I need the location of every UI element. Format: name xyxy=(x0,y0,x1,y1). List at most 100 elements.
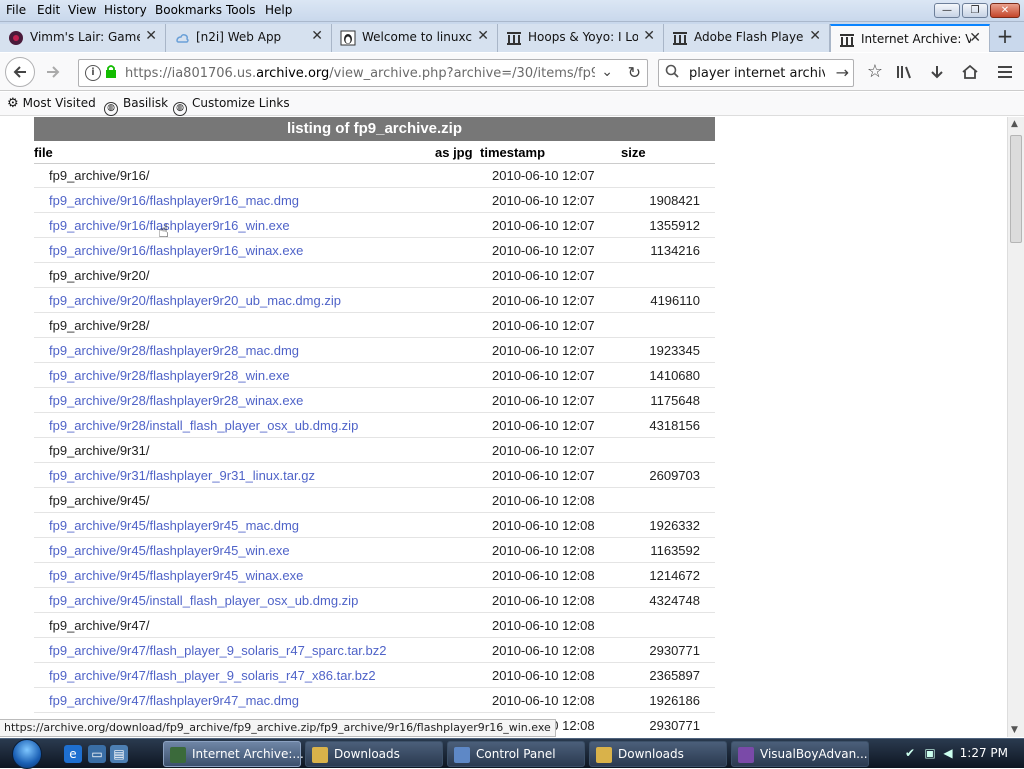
scroll-up-icon[interactable]: ▲ xyxy=(1011,119,1018,129)
file-link[interactable]: fp9_archive/9r20/flashplayer9r20_ub_mac.… xyxy=(49,293,341,308)
table-row: fp9_archive/9r47/2010-06-10 12:08 xyxy=(34,613,715,638)
ie-icon[interactable]: e xyxy=(64,745,82,763)
size-cell: 1355912 xyxy=(649,218,700,233)
tab-adobe-flash-player[interactable]: Adobe Flash Player ✕ xyxy=(664,24,830,52)
menu-view[interactable]: View xyxy=(68,3,96,17)
menu-help[interactable]: Help xyxy=(265,3,292,17)
listing-caption: listing of fp9_archive.zip xyxy=(34,117,715,141)
folder-icon xyxy=(312,747,328,763)
size-cell: 1410680 xyxy=(649,368,700,383)
show-desktop-icon[interactable]: ▭ xyxy=(88,745,106,763)
info-icon[interactable]: i xyxy=(85,65,101,81)
timestamp-cell: 2010-06-10 12:07 xyxy=(492,193,595,208)
lock-icon[interactable] xyxy=(105,64,117,82)
vimm-icon xyxy=(8,30,24,46)
tab-title: Welcome to linuxc xyxy=(362,30,472,44)
task-downloads[interactable]: Downloads xyxy=(305,741,443,767)
size-cell: 2365897 xyxy=(649,668,700,683)
file-link[interactable]: fp9_archive/9r45/flashplayer9r45_win.exe xyxy=(49,543,290,558)
switch-windows-icon[interactable]: ▤ xyxy=(110,745,128,763)
search-icon xyxy=(665,64,679,82)
minimize-button[interactable]: — xyxy=(934,3,960,18)
close-tab-icon[interactable]: ✕ xyxy=(477,28,489,44)
tab-linuxc[interactable]: Welcome to linuxc ✕ xyxy=(332,24,498,52)
chevron-down-icon[interactable]: ⌄ xyxy=(601,64,613,80)
file-link[interactable]: fp9_archive/9r16/flashplayer9r16_mac.dmg xyxy=(49,193,299,208)
close-window-button[interactable]: ✕ xyxy=(990,3,1020,18)
timestamp-cell: 2010-06-10 12:07 xyxy=(492,418,595,433)
menu-file[interactable]: File xyxy=(6,3,26,17)
tab-n2i-web-app[interactable]: [n2i] Web App ✕ xyxy=(166,24,332,52)
vertical-scrollbar[interactable]: ▲ ▼ xyxy=(1007,117,1024,737)
bookmark-star-icon[interactable]: ☆ xyxy=(862,59,888,85)
column-timestamp: timestamp xyxy=(480,145,546,160)
download-arrow-icon[interactable] xyxy=(924,59,950,85)
folder-name: fp9_archive/9r28/ xyxy=(49,318,150,333)
file-link[interactable]: fp9_archive/9r47/flash_player_9_solaris_… xyxy=(49,668,376,683)
globe-icon: ◍ xyxy=(104,102,118,116)
file-link[interactable]: fp9_archive/9r47/flash_player_9_solaris_… xyxy=(49,643,386,658)
start-button[interactable] xyxy=(4,739,52,769)
bookmark-customize-links[interactable]: ◍ Customize Links xyxy=(173,96,290,116)
file-link[interactable]: fp9_archive/9r45/install_flash_player_os… xyxy=(49,593,358,608)
search-bar[interactable]: → xyxy=(658,59,854,87)
checkmark-icon[interactable]: ✔ xyxy=(902,746,918,762)
reload-icon[interactable]: ↻ xyxy=(628,63,641,82)
file-link[interactable]: fp9_archive/9r45/flashplayer9r45_mac.dmg xyxy=(49,518,299,533)
timestamp-cell: 2010-06-10 12:07 xyxy=(492,218,595,233)
file-link[interactable]: fp9_archive/9r28/flashplayer9r28_mac.dmg xyxy=(49,343,299,358)
tab-hoops-yoyo[interactable]: Hoops & Yoyo: I Lo ✕ xyxy=(498,24,664,52)
file-link[interactable]: fp9_archive/9r16/flashplayer9r16_win.exe xyxy=(49,218,290,233)
file-link[interactable]: fp9_archive/9r45/flashplayer9r45_winax.e… xyxy=(49,568,303,583)
library-icon[interactable] xyxy=(892,59,918,85)
folder-name: fp9_archive/9r20/ xyxy=(49,268,150,283)
menu-edit[interactable]: Edit xyxy=(37,3,60,17)
scroll-down-icon[interactable]: ▼ xyxy=(1011,725,1018,735)
close-tab-icon[interactable]: ✕ xyxy=(311,28,323,44)
file-link[interactable]: fp9_archive/9r28/flashplayer9r28_win.exe xyxy=(49,368,290,383)
bookmark-most-visited[interactable]: ⚙ Most Visited xyxy=(7,96,96,111)
volume-icon[interactable]: ◀ xyxy=(940,746,956,762)
close-tab-icon[interactable]: ✕ xyxy=(809,28,821,44)
hamburger-menu-icon[interactable] xyxy=(992,59,1018,85)
timestamp-cell: 2010-06-10 12:08 xyxy=(492,518,595,533)
timestamp-cell: 2010-06-10 12:07 xyxy=(492,368,595,383)
file-link[interactable]: fp9_archive/9r28/install_flash_player_os… xyxy=(49,418,358,433)
size-cell: 1163592 xyxy=(650,543,700,558)
task-visualboyadvance[interactable]: VisualBoyAdvan... xyxy=(731,741,869,767)
clock[interactable]: 1:27 PM xyxy=(960,746,1008,760)
tab-title: Hoops & Yoyo: I Lo xyxy=(528,30,638,44)
home-icon[interactable] xyxy=(957,59,983,85)
table-row: fp9_archive/9r28/flashplayer9r28_winax.e… xyxy=(34,388,715,413)
scrollbar-thumb[interactable] xyxy=(1010,135,1022,243)
file-link[interactable]: fp9_archive/9r28/flashplayer9r28_winax.e… xyxy=(49,393,303,408)
timestamp-cell: 2010-06-10 12:08 xyxy=(492,593,595,608)
arrow-right-icon xyxy=(47,66,60,78)
search-go-icon[interactable]: → xyxy=(836,63,849,82)
close-tab-icon[interactable]: ✕ xyxy=(643,28,655,44)
new-tab-button[interactable]: + xyxy=(990,24,1020,50)
menu-tools[interactable]: Tools xyxy=(226,3,256,17)
close-tab-icon[interactable]: ✕ xyxy=(969,30,981,46)
back-button[interactable] xyxy=(5,57,35,87)
close-tab-icon[interactable]: ✕ xyxy=(145,28,157,44)
address-bar[interactable]: i https://ia801706.us.archive.org/view_a… xyxy=(78,59,648,87)
task-downloads-2[interactable]: Downloads xyxy=(589,741,727,767)
menu-bookmarks[interactable]: Bookmarks xyxy=(155,3,222,17)
file-link[interactable]: fp9_archive/9r16/flashplayer9r16_winax.e… xyxy=(49,243,303,258)
menu-history[interactable]: History xyxy=(104,3,147,17)
bookmark-basilisk[interactable]: ◍ Basilisk xyxy=(104,96,168,116)
table-row: fp9_archive/9r20/2010-06-10 12:07 xyxy=(34,263,715,288)
file-link[interactable]: fp9_archive/9r31/flashplayer_9r31_linux.… xyxy=(49,468,315,483)
task-control-panel[interactable]: Control Panel xyxy=(447,741,585,767)
tab-title: Internet Archive: Vi xyxy=(861,32,971,46)
url-text[interactable]: https://ia801706.us.archive.org/view_arc… xyxy=(125,66,595,81)
search-input[interactable] xyxy=(689,64,825,82)
tab-internet-archive-active[interactable]: Internet Archive: Vi ✕ xyxy=(830,24,990,52)
network-icon[interactable]: ▣ xyxy=(922,746,938,762)
task-internet-archive[interactable]: Internet Archive:... xyxy=(163,741,304,767)
maximize-button[interactable]: ❐ xyxy=(962,3,988,18)
tab-vimms-lair[interactable]: Vimm's Lair: Game ✕ xyxy=(0,24,166,52)
file-link[interactable]: fp9_archive/9r47/flashplayer9r47_mac.dmg xyxy=(49,693,299,708)
forward-button[interactable] xyxy=(40,59,66,85)
